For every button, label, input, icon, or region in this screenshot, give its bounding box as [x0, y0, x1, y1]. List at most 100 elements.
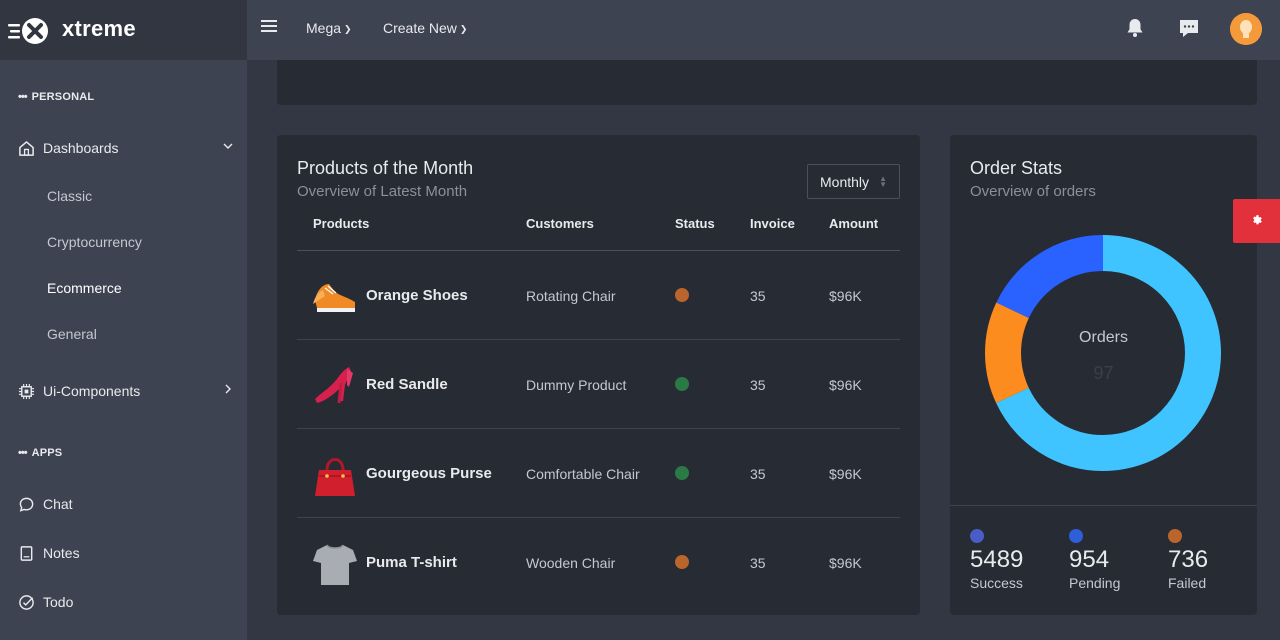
sidebar-item-todo[interactable]: Todo	[18, 590, 238, 614]
donut-center-value: 97	[1093, 363, 1114, 383]
product-name: Gourgeous Purse	[366, 465, 492, 482]
table-header: Products Customers Status Invoice Amount	[297, 205, 900, 251]
status-dot	[675, 466, 689, 480]
tshirt-image	[313, 544, 357, 585]
sidebar-item-label: Notes	[43, 545, 80, 561]
brand[interactable]: xtreme	[0, 0, 247, 60]
sidebar-item-ui-components[interactable]: Ui-Components	[18, 379, 238, 403]
stat-value: 954	[1069, 546, 1110, 573]
sidebar-item-label: Todo	[43, 594, 74, 610]
donut-center-label: Orders	[1079, 329, 1128, 346]
sidebar-subitem-cryptocurrency[interactable]: Cryptocurrency	[47, 234, 142, 250]
chevron-right-icon	[225, 384, 231, 394]
menu-icon[interactable]	[261, 20, 277, 34]
stat-label: Pending	[1069, 575, 1121, 591]
card-title: Order Stats	[970, 158, 1063, 178]
status-dot	[970, 529, 984, 543]
product-name: Red Sandle	[366, 376, 448, 393]
customer-name: Comfortable Chair	[526, 466, 640, 482]
amount-value: $96K	[829, 288, 862, 304]
products-table: Products Customers Status Invoice Amount…	[297, 205, 900, 607]
chip-icon	[18, 383, 35, 399]
shoe-image	[313, 284, 355, 312]
products-card: Products of the Month Overview of Latest…	[277, 135, 920, 615]
section-personal: ••• PERSONAL	[18, 91, 95, 103]
avatar-image	[1230, 13, 1262, 45]
notes-icon	[20, 545, 33, 561]
column-header: Amount	[829, 216, 879, 231]
invoice-value: 35	[750, 377, 766, 393]
stat-pending: 954 Pending	[1069, 529, 1120, 591]
section-apps: ••• APPS	[18, 447, 63, 459]
period-select-value: Monthly	[820, 174, 870, 190]
column-header: Customers	[526, 216, 594, 231]
amount-value: $96K	[829, 377, 862, 393]
gear-icon	[1253, 215, 1262, 225]
stat-success: 5489 Success	[970, 529, 1023, 591]
home-icon	[19, 140, 34, 156]
invoice-value: 35	[750, 466, 766, 482]
column-header: Invoice	[750, 216, 795, 231]
table-row[interactable]: Puma T-shirt Wooden Chair 35 $96K	[297, 518, 900, 607]
stat-label: Failed	[1168, 575, 1207, 591]
orders-donut-chart	[985, 235, 1221, 471]
stat-label: Success	[970, 575, 1023, 591]
table-row[interactable]: Orange Shoes Rotating Chair 35 $96K	[297, 251, 900, 340]
status-dot	[675, 288, 689, 302]
amount-value: $96K	[829, 555, 862, 571]
create-new-label: Create New	[383, 20, 457, 36]
check-circle-icon	[19, 594, 34, 610]
product-name: Orange Shoes	[366, 287, 468, 304]
status-dot	[1069, 529, 1083, 543]
settings-toggle-button[interactable]	[1233, 199, 1280, 243]
sidebar: ••• PERSONAL Dashboards Classic Cryptocur…	[0, 60, 247, 640]
sidebar-item-label: Chat	[43, 496, 73, 512]
sidebar-item-label: Dashboards	[43, 140, 119, 156]
mega-menu-label: Mega	[306, 20, 342, 36]
status-dot	[675, 377, 689, 391]
table-row[interactable]: Red Sandle Dummy Product 35 $96K	[297, 340, 900, 429]
invoice-value: 35	[750, 555, 766, 571]
customer-name: Wooden Chair	[526, 555, 616, 571]
heel-image	[315, 367, 353, 404]
stat-value: 5489	[970, 546, 1024, 573]
create-new-dropdown[interactable]: Create New ❯	[383, 20, 467, 36]
top-card	[277, 60, 1257, 105]
chevron-down-icon: ❯	[459, 24, 468, 34]
order-stats-card: Order Stats Overview of orders Orders 97…	[950, 135, 1257, 615]
sidebar-item-dashboards[interactable]: Dashboards	[18, 136, 238, 160]
amount-value: $96K	[829, 466, 862, 482]
user-avatar[interactable]	[1230, 13, 1262, 45]
period-select[interactable]: Monthly ▲ ▼	[807, 164, 900, 199]
sidebar-subitem-classic[interactable]: Classic	[47, 188, 92, 204]
mega-menu-dropdown[interactable]: Mega ❯	[306, 20, 352, 36]
status-dot	[1168, 529, 1182, 543]
card-subtitle: Overview of orders	[970, 183, 1096, 200]
xtreme-logo-icon	[8, 18, 48, 44]
purse-image	[315, 458, 355, 496]
sidebar-item-notes[interactable]: Notes	[18, 541, 238, 565]
divider	[950, 505, 1257, 506]
sidebar-subitem-general[interactable]: General	[47, 326, 97, 342]
message-icon[interactable]	[1177, 16, 1201, 40]
chevron-down-icon: ❯	[344, 24, 352, 34]
sidebar-item-chat[interactable]: Chat	[18, 492, 238, 516]
product-name: Puma T-shirt	[366, 554, 457, 571]
sidebar-item-label: Ui-Components	[43, 383, 141, 399]
bell-icon[interactable]	[1123, 16, 1147, 40]
column-header: Products	[313, 216, 370, 231]
card-title: Products of the Month	[297, 158, 474, 178]
customer-name: Rotating Chair	[526, 288, 616, 304]
sidebar-subitem-ecommerce[interactable]: Ecommerce	[47, 280, 122, 296]
stat-value: 736	[1168, 546, 1209, 573]
table-row[interactable]: Gourgeous Purse Comfortable Chair 35 $96…	[297, 429, 900, 518]
customer-name: Dummy Product	[526, 377, 627, 393]
top-header: xtreme Mega ❯ Create New ❯	[0, 0, 1280, 60]
invoice-value: 35	[750, 288, 766, 304]
chat-icon	[19, 497, 34, 512]
stat-failed: 736 Failed	[1168, 529, 1208, 591]
sort-arrows-icon: ▲ ▼	[879, 174, 887, 189]
status-dot	[675, 555, 689, 569]
chevron-down-icon	[223, 143, 233, 149]
card-subtitle: Overview of Latest Month	[297, 183, 468, 200]
